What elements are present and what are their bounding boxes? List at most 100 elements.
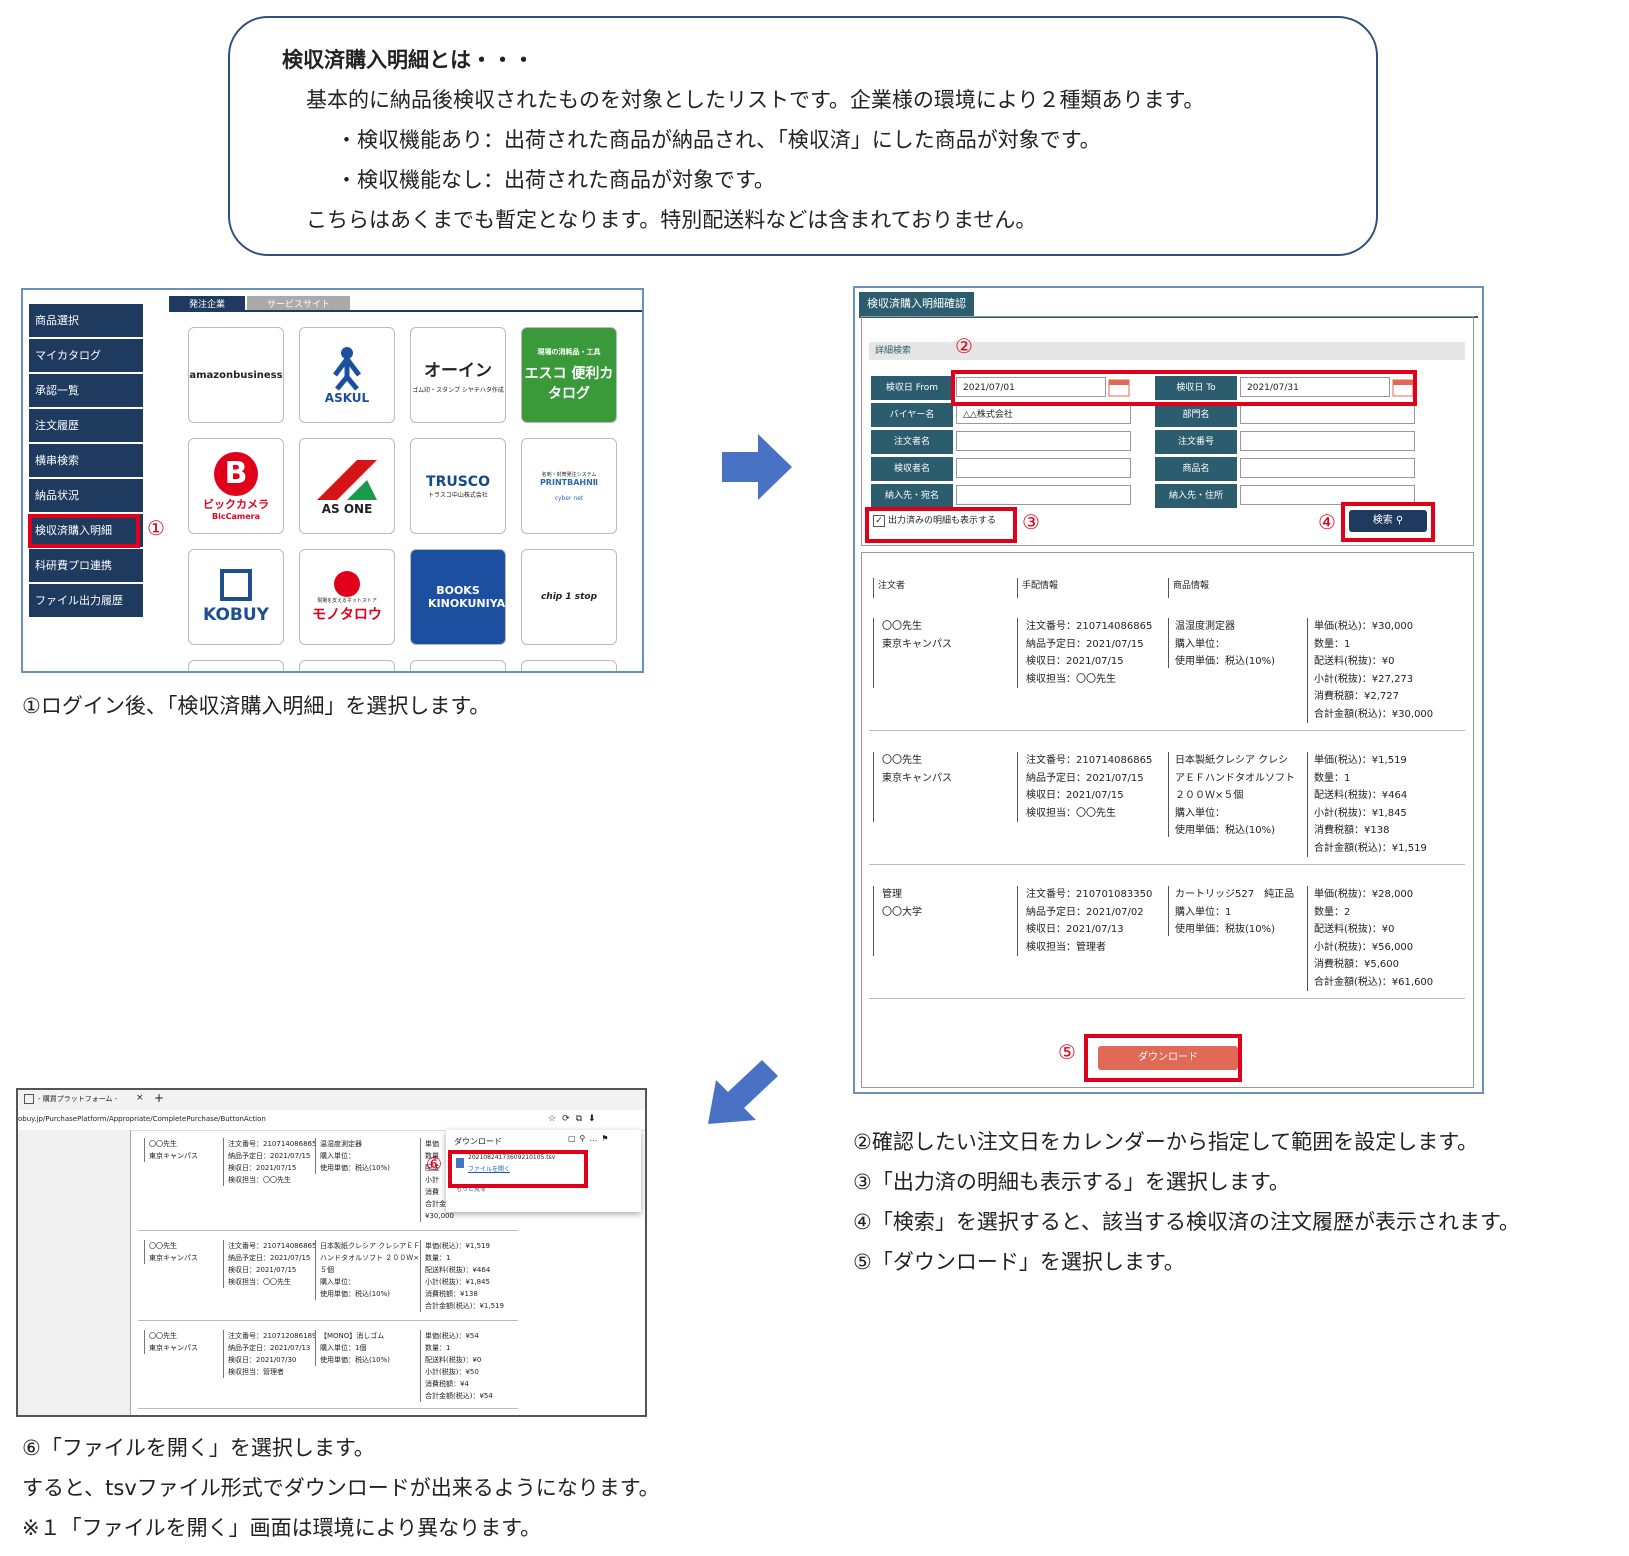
- arrow-down-left-icon: [708, 1060, 778, 1124]
- row2-orderer: 〇〇先生 東京キャンパス: [873, 752, 952, 822]
- left-gutter: [18, 1130, 130, 1415]
- menu-item-file-output-history[interactable]: ファイル出力履歴: [29, 584, 143, 619]
- intro-title: 検収済購入明細とは・・・: [282, 48, 534, 72]
- row-divider: [869, 730, 1465, 731]
- label-order-no: 注文番号: [1155, 430, 1237, 454]
- toolbar-icons[interactable]: ☆⟳⧉⬇: [548, 1114, 602, 1124]
- menu-item-my-catalog[interactable]: マイカタログ: [29, 339, 143, 374]
- caption-5: ⑤「ダウンロード」を選択します。: [853, 1250, 1185, 1274]
- tile-label: AS ONE: [321, 502, 373, 516]
- col-product: 商品情報: [1168, 578, 1209, 598]
- product-input[interactable]: [1240, 458, 1415, 478]
- tile-askul[interactable]: ASKUL: [299, 327, 395, 423]
- p3-row3-arrange: 注文番号：210712086189 納品予定日：2021/07/13 検収日：2…: [223, 1330, 316, 1378]
- bic-b-icon: B: [214, 451, 258, 496]
- order-no-input[interactable]: [1240, 431, 1415, 451]
- browser-tab-title[interactable]: - 購買プラットフォーム -: [38, 1094, 117, 1104]
- tile-label: amazonbusiness: [189, 369, 283, 381]
- row2-arrange: 注文番号：210714086865 納品予定日：2021/07/15 検収日：2…: [1017, 752, 1152, 822]
- buyer-input[interactable]: △△株式会社: [956, 404, 1131, 424]
- label-orderer: 注文者名: [871, 430, 953, 454]
- label-dest-addr: 納入先・住所: [1155, 484, 1237, 508]
- p3-row3-orderer: 〇〇先生 東京キャンパス: [144, 1330, 198, 1354]
- login-screenshot: 商品選択 マイカタログ 承認一覧 注文履歴 横串検索 納品状況 検収済購入明細 …: [21, 288, 644, 673]
- p3-row1-orderer: 〇〇先生 東京キャンパス: [144, 1138, 198, 1162]
- row3-arrange: 注文番号：210701083350 納品予定日：2021/07/02 検収日：2…: [1017, 886, 1152, 956]
- as-one-logo-icon: [317, 460, 377, 500]
- url-text[interactable]: obuy.jp/PurchasePlatform/Appropriate/Com…: [18, 1115, 266, 1123]
- menu-item-delivery-status[interactable]: 納品状況: [29, 479, 143, 514]
- tile-sublabel: BicCamera: [212, 511, 260, 521]
- tile-sublabel: 名刺・封筒発注システム: [541, 471, 597, 478]
- row-divider: [138, 1320, 518, 1321]
- tile-sublabel: トラスコ中山株式会社: [428, 491, 488, 499]
- tile-printbahn[interactable]: 名刺・封筒発注システム PRINTBAHNⅡ cyber net: [521, 438, 617, 534]
- tile-monotaro[interactable]: 現場を支えるネットストア モノタロウ: [299, 549, 395, 645]
- tile-partial: [188, 660, 284, 671]
- tile-chip1stop[interactable]: chip 1 stop: [521, 549, 617, 645]
- tile-kobuy[interactable]: KOBUY: [188, 549, 284, 645]
- row1-product: 温湿度測定器 購入単位： 使用単価：税込(10%): [1168, 618, 1275, 668]
- orderer-input[interactable]: [956, 431, 1131, 451]
- p3-row3-amount: 単価(税込)：¥54 数量：1 配送料(税抜)：¥0 小計(税抜)：¥50 消費…: [420, 1330, 493, 1402]
- inspector-input[interactable]: [956, 458, 1131, 478]
- caption-1: ①ログイン後、「検収済購入明細」を選択します。: [22, 694, 491, 718]
- row2-amount: 単価(税込)：¥1,519 数量：1 配送料(税抜)：¥464 小計(税抜)：¥…: [1307, 752, 1427, 857]
- tile-as-one[interactable]: AS ONE: [299, 438, 395, 534]
- menu-item-approval-list[interactable]: 承認一覧: [29, 374, 143, 409]
- tile-partial: [521, 660, 617, 671]
- label-product: 商品名: [1155, 457, 1237, 481]
- highlight-4: [1341, 502, 1435, 542]
- p3-row2-product: 日本製紙クレシア クレシアＥＦ ハンドタオルソフト ２００Ｗ× ５個 購入単位：…: [315, 1240, 420, 1300]
- highlight-2: [951, 370, 1417, 406]
- dest-name-input[interactable]: [956, 485, 1131, 505]
- p3-row1-arrange: 注文番号：210714086865 納品予定日：2021/07/15 検収日：2…: [223, 1138, 316, 1186]
- menu-item-kakenhi-pro[interactable]: 科研費プロ連携: [29, 549, 143, 584]
- close-tab-icon[interactable]: ×: [136, 1093, 144, 1103]
- search-screenshot: 検収済購入明細確認 詳細検索 検収日 From 2021/07/01 検収日 T…: [853, 286, 1484, 1094]
- menu-item-cross-search[interactable]: 横串検索: [29, 444, 143, 479]
- gutter-line: [130, 1130, 131, 1415]
- caption-3: ③「出力済の明細も表示する」を選択します。: [853, 1170, 1290, 1194]
- marker-2: ②: [955, 334, 973, 358]
- browser-screenshot: - 購買プラットフォーム - × + obuy.jp/PurchasePlatf…: [16, 1088, 647, 1417]
- tile-label: BOOKS KINOKUNIYA: [428, 584, 506, 610]
- tile-oin[interactable]: オーイン ゴム印・スタンプ シヤチハタ作成: [410, 327, 506, 423]
- intro-line-3: ・検収機能なし：出荷された商品が対象です。: [336, 168, 775, 192]
- p3-row1-product: 温湿度測定器 購入単位： 使用単価：税込(10%): [315, 1138, 390, 1174]
- screen-tab: 検収済購入明細確認: [859, 292, 974, 316]
- label-dest-name: 納入先・宛名: [871, 484, 953, 508]
- menu-item-order-history[interactable]: 注文履歴: [29, 409, 143, 444]
- tile-partial: [410, 660, 506, 671]
- row1-amount: 単価(税込)：¥30,000 数量：1 配送料(税抜)：¥0 小計(税抜)：¥2…: [1307, 618, 1433, 723]
- row3-orderer: 管理 〇〇大学: [873, 886, 922, 956]
- menu-item-product-select[interactable]: 商品選択: [29, 304, 143, 339]
- tile-kinokuniya[interactable]: BOOKS KINOKUNIYA: [410, 549, 506, 645]
- intro-line-2: ・検収機能あり：出荷された商品が納品され、「検収済」にした商品が対象です。: [336, 128, 1101, 152]
- label-buyer: バイヤー名: [871, 403, 953, 427]
- row-divider: [869, 998, 1465, 999]
- tile-sublabel: ゴム印・スタンプ シヤチハタ作成: [412, 387, 504, 394]
- intro-line-4: こちらはあくまでも暫定となります。特別配送料などは含まれておりません。: [306, 208, 1037, 232]
- caption-8: ※１「ファイルを開く」画面は環境により異なります。: [22, 1516, 542, 1540]
- row3-product: カートリッジ527 純正品 購入単位：1 使用単価：税抜(10%): [1168, 886, 1294, 936]
- tile-label: PRINTBAHNⅡ: [539, 477, 599, 487]
- popup-action-icons[interactable]: ▢⚲…⚑: [568, 1134, 613, 1143]
- new-tab-icon[interactable]: +: [154, 1091, 164, 1105]
- tile-sublabel: cyber net: [554, 494, 584, 502]
- supplier-grid: amazonbusiness ASKUL オーイン ゴム印・スタンプ シヤチハタ…: [169, 310, 642, 671]
- dept-input[interactable]: [1240, 404, 1415, 424]
- marker-3: ③: [1022, 510, 1040, 534]
- tile-amazon-business[interactable]: amazonbusiness: [188, 327, 284, 423]
- marker-6: ⑥: [426, 1154, 443, 1175]
- page-icon: [24, 1094, 34, 1104]
- tile-trusco[interactable]: TRUSCO トラスコ中山株式会社: [410, 438, 506, 534]
- intro-line-1: 基本的に納品後検収されたものを対象としたリストです。企業様の環境により２種類あり…: [306, 88, 1205, 112]
- tile-bic-camera[interactable]: B ビックカメラ BicCamera: [188, 438, 284, 534]
- row-divider: [869, 864, 1465, 865]
- tile-esco[interactable]: 現場の消耗品・工具 エスコ 便利カタログ: [521, 327, 617, 423]
- col-arrangement: 手配情報: [1017, 578, 1058, 598]
- tile-label: TRUSCO: [426, 473, 490, 490]
- row1-arrange: 注文番号：210714086865 納品予定日：2021/07/15 検収日：2…: [1017, 618, 1152, 688]
- p3-row2-arrange: 注文番号：210714086865 納品予定日：2021/07/15 検収日：2…: [223, 1240, 316, 1288]
